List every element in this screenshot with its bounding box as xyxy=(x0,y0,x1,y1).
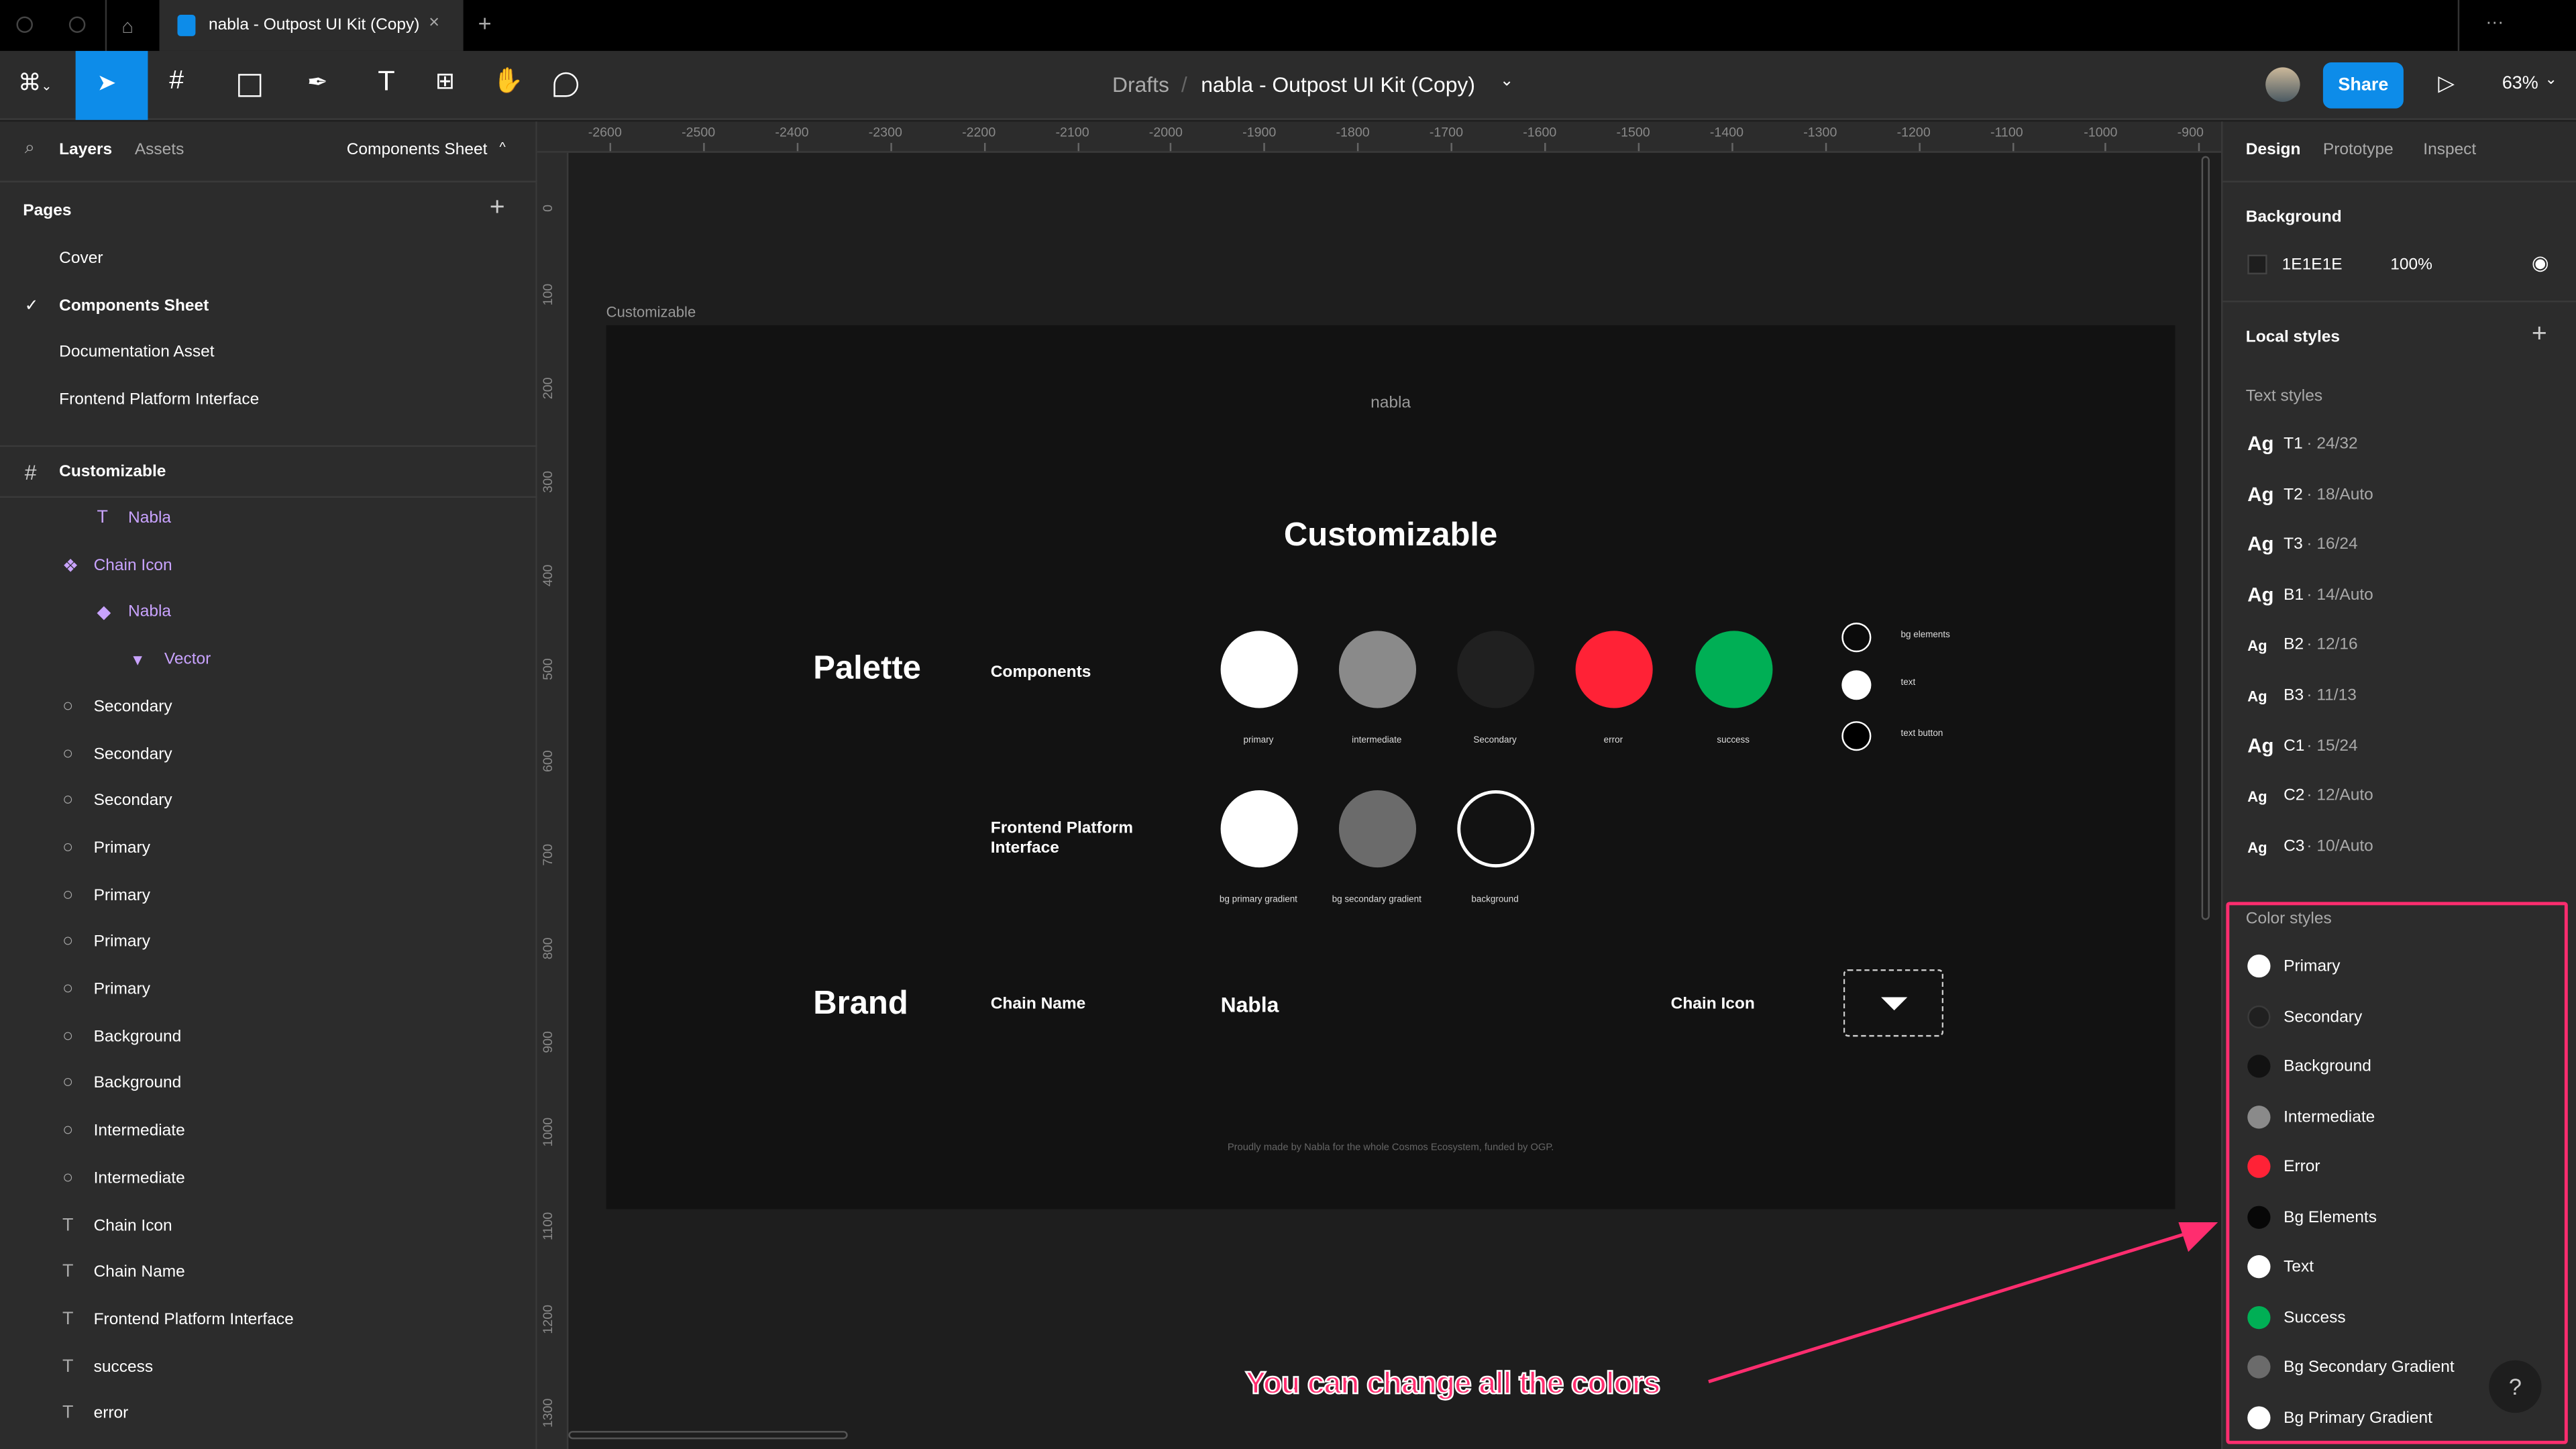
text-style-name: T2 xyxy=(2284,485,2303,504)
text-style-name: B2 xyxy=(2284,636,2304,655)
text-style-spec: · 24/32 xyxy=(2306,435,2358,453)
text-style-preview: Ag xyxy=(2247,432,2274,455)
text-style-spec: · 14/Auto xyxy=(2306,586,2373,604)
text-style-spec: · 18/Auto xyxy=(2306,485,2373,504)
text-style-preview: Ag xyxy=(2247,532,2274,556)
text-style-spec: · 16/24 xyxy=(2306,535,2358,554)
text-style-name: B3 xyxy=(2284,686,2304,705)
text-style-name: C3 xyxy=(2284,837,2305,856)
figma-window: ⌂ nabla - Outpost UI Kit (Copy) × + ··· … xyxy=(0,0,2576,1449)
text-style-name: B1 xyxy=(2284,586,2304,604)
text-style-name: T3 xyxy=(2284,535,2303,554)
tab-design[interactable]: Design xyxy=(2246,142,2301,160)
text-style-name: C1 xyxy=(2284,737,2305,755)
bg-color-swatch[interactable] xyxy=(2247,254,2267,274)
eye-icon[interactable]: ◉ xyxy=(2532,252,2549,274)
highlight-box xyxy=(2226,902,2568,1444)
text-style-spec: · 11/13 xyxy=(2306,686,2357,705)
tab-inspect[interactable]: Inspect xyxy=(2423,142,2476,160)
text-style-preview: Ag xyxy=(2247,688,2267,705)
divider xyxy=(2222,301,2576,303)
text-style-item[interactable]: Ag C3 · 10/Auto xyxy=(2222,833,2576,865)
text-style-item[interactable]: Ag T3 · 16/24 xyxy=(2222,531,2576,564)
text-style-spec: · 12/Auto xyxy=(2306,787,2373,806)
text-style-preview: Ag xyxy=(2247,733,2274,757)
text-style-item[interactable]: Ag T1 · 24/32 xyxy=(2222,431,2576,464)
text-style-spec: · 12/16 xyxy=(2306,636,2358,655)
text-style-item[interactable]: Ag B1 · 14/Auto xyxy=(2222,581,2576,614)
text-style-preview: Ag xyxy=(2247,839,2267,856)
bg-opacity-input[interactable]: 100% xyxy=(2390,256,2432,274)
text-style-name: C2 xyxy=(2284,787,2305,806)
text-style-name: T1 xyxy=(2284,435,2303,453)
text-style-item[interactable]: Ag B3 · 11/13 xyxy=(2222,682,2576,714)
text-style-preview: Ag xyxy=(2247,582,2274,606)
text-style-spec: · 10/Auto xyxy=(2306,837,2373,856)
background-title: Background xyxy=(2245,209,2342,227)
text-style-item[interactable]: Ag C2 · 12/Auto xyxy=(2222,782,2576,815)
add-style-icon[interactable]: + xyxy=(2532,321,2547,350)
text-style-spec: · 15/24 xyxy=(2306,737,2358,755)
annotation-arrow xyxy=(1708,1222,2218,1383)
divider xyxy=(2222,180,2576,182)
text-style-preview: Ag xyxy=(2247,482,2274,506)
text-style-item[interactable]: Ag B2 · 12/16 xyxy=(2222,631,2576,664)
text-style-preview: Ag xyxy=(2247,788,2267,806)
local-styles-title: Local styles xyxy=(2245,328,2341,347)
text-style-item[interactable]: Ag T2 · 18/Auto xyxy=(2222,481,2576,514)
text-style-preview: Ag xyxy=(2247,638,2267,655)
text-styles-title: Text styles xyxy=(2245,387,2323,406)
bg-hex-input[interactable]: 1E1E1E xyxy=(2282,256,2343,274)
text-style-item[interactable]: Ag C1 · 15/24 xyxy=(2222,732,2576,765)
tab-prototype[interactable]: Prototype xyxy=(2323,142,2394,160)
